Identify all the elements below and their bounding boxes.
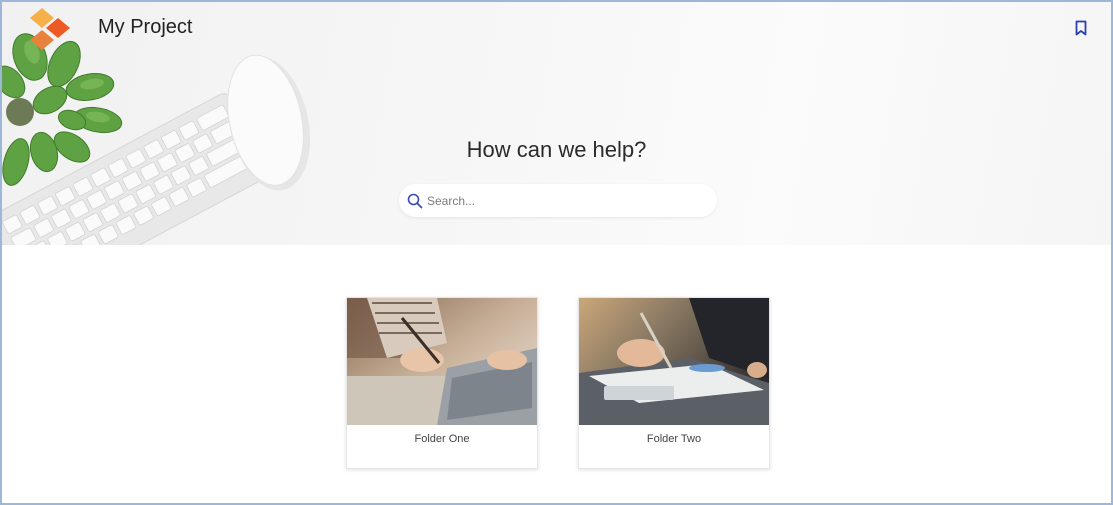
search-box [399,184,717,217]
folder-one-image [347,298,537,425]
app-frame: My Project How can we help? Search... Fo… [0,0,1113,505]
project-title: My Project [98,16,193,38]
folder-two-label: Folder Two [646,433,702,445]
folder-card-two[interactable]: Folder Two [578,297,770,469]
folder-one-label: Folder One [414,433,470,445]
search-icon[interactable] [407,193,423,209]
help-heading: How can we help? [466,137,647,162]
bookmark-icon[interactable] [1075,20,1087,36]
folder-card-one[interactable]: Folder One [346,297,538,469]
hero-banner: My Project How can we help? [2,2,1111,245]
diamond-logo-icon [30,8,70,50]
folder-two-image [579,298,769,425]
search-input[interactable] [427,184,707,217]
